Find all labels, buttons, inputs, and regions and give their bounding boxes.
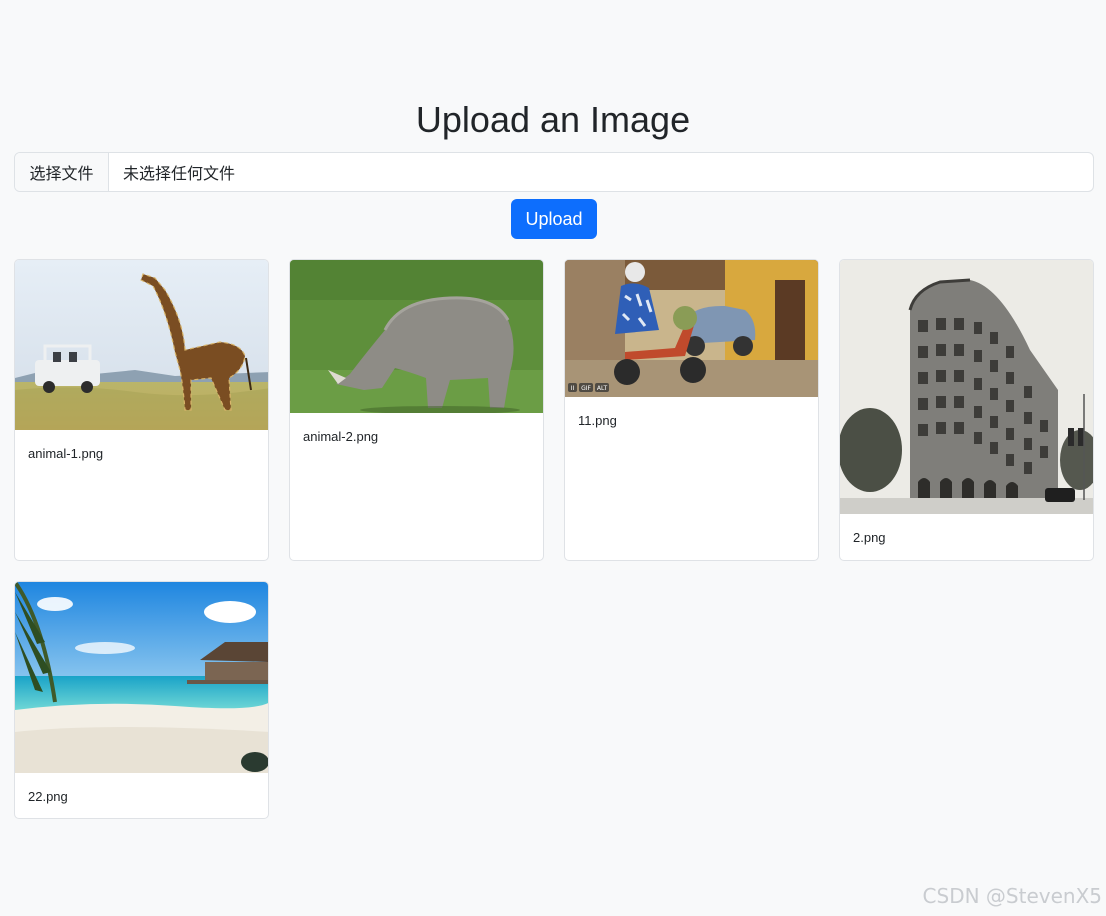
image-card: animal-1.png bbox=[14, 259, 269, 561]
file-status-text: 未选择任何文件 bbox=[123, 164, 236, 183]
rhino-image bbox=[290, 260, 543, 413]
card-filename: 11.png bbox=[578, 413, 617, 428]
watermark: CSDN @StevenX5 bbox=[922, 884, 1102, 908]
card-filename: 2.png bbox=[853, 530, 886, 545]
card-filename: animal-1.png bbox=[28, 446, 104, 461]
woman-on-scooter-image: II GIF ALT bbox=[565, 260, 818, 397]
image-card: II GIF ALT 11.png bbox=[564, 259, 819, 561]
file-input[interactable]: 选择文件 未选择任何文件 bbox=[14, 152, 1094, 192]
gif-badge: GIF bbox=[581, 385, 591, 392]
image-card: 2.png bbox=[839, 259, 1094, 561]
flatiron-building-image bbox=[840, 260, 1093, 514]
upload-button[interactable]: Upload bbox=[511, 199, 597, 239]
pause-badge: II bbox=[571, 385, 575, 392]
giraffe-image bbox=[15, 260, 268, 430]
choose-file-button[interactable]: 选择文件 bbox=[15, 153, 109, 191]
beach-image bbox=[15, 582, 268, 773]
card-filename: 22.png bbox=[28, 789, 68, 804]
image-card: animal-2.png bbox=[289, 259, 544, 561]
image-card: 22.png bbox=[14, 581, 269, 819]
alt-badge: ALT bbox=[597, 385, 608, 392]
card-filename: animal-2.png bbox=[303, 429, 379, 444]
page-title: Upload an Image bbox=[415, 99, 691, 140]
